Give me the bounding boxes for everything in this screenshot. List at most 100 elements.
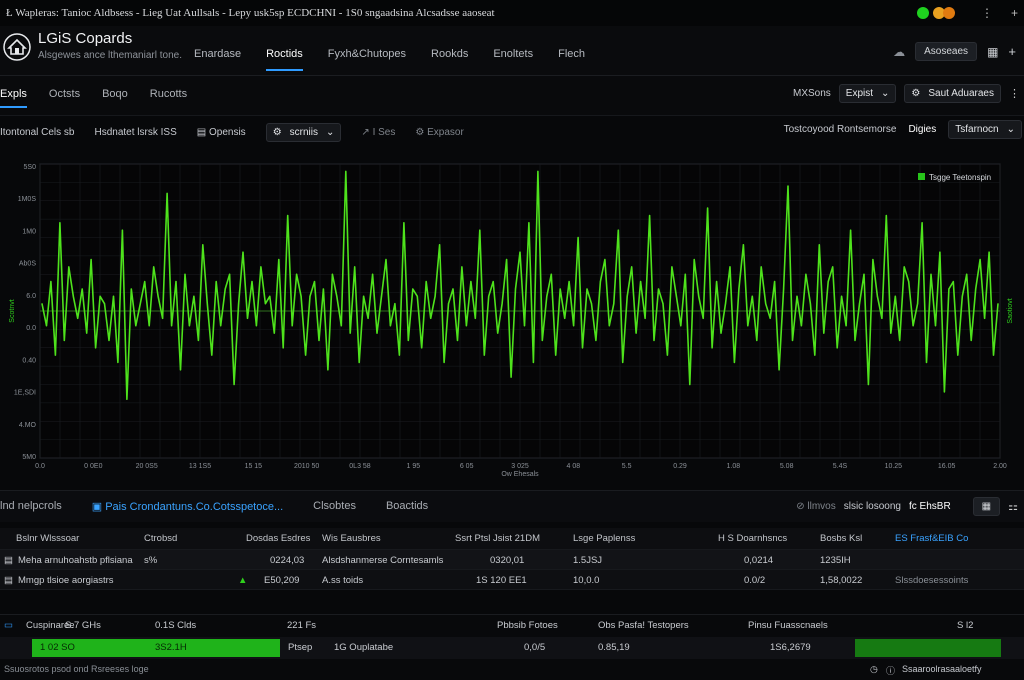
data-point [465, 325, 467, 327]
chart-svg[interactable]: 5S0 1M0S 1M0 Ab0S 6.0 0.0 0.40 1E,SDI 4.MO 5M0 0.0… [0, 150, 1024, 480]
col-header[interactable]: H S Doarnhsncs [718, 533, 787, 544]
cell: Mmgp tlsioe aorgiastrs [18, 575, 114, 586]
info-icon[interactable]: ⓘ [886, 664, 895, 677]
data-point [961, 295, 963, 297]
col-header[interactable]: Ctrobsd [144, 533, 177, 544]
x-tick-label: 1 95 [407, 463, 421, 470]
data-point [975, 288, 977, 290]
data-point [184, 273, 186, 275]
tab-octsts[interactable]: Octsts [49, 88, 80, 108]
col-header[interactable]: Bslnr Wlsssoar [16, 533, 79, 544]
data-point [345, 170, 347, 172]
nav-item[interactable]: Flech [558, 40, 585, 71]
link-button[interactable]: ↗ I Ses [361, 127, 395, 138]
data-point [680, 325, 682, 327]
export-select-value: Expist [845, 88, 874, 99]
col-header[interactable]: ES Frasf&EIB Co [895, 533, 968, 544]
data-point [707, 207, 709, 209]
data-point [287, 214, 289, 217]
search-toggle[interactable]: ⊘ llmvos [796, 501, 836, 512]
col-header[interactable]: Lsge Paplenss [573, 533, 635, 544]
table-row[interactable]: ▤ Meha arnuhoahstb pflsiana s% 0224,03 A… [0, 550, 1024, 570]
data-point [260, 266, 262, 268]
data-point [206, 303, 208, 305]
data-point [331, 273, 333, 275]
data-point [363, 295, 365, 297]
data-point [103, 303, 106, 305]
data-point [814, 354, 816, 356]
col-header[interactable]: Dosdas Esdres [246, 533, 310, 544]
nav-item[interactable]: Rookds [431, 40, 468, 71]
data-point [675, 295, 678, 297]
more-vertical-icon[interactable]: ⋮ [981, 6, 993, 20]
data-point [372, 273, 374, 275]
tab-table-3[interactable]: Boactids [386, 500, 428, 513]
col-header[interactable]: Ssrt Ptsl Jsist 21DM [455, 533, 540, 544]
data-point [997, 303, 999, 305]
plus-icon[interactable]: + [1008, 44, 1016, 59]
house-logo-icon[interactable] [2, 32, 32, 62]
plus-icon[interactable]: + [1011, 6, 1018, 20]
data-point [41, 303, 43, 305]
export-button[interactable]: ⚙ Expasor [415, 127, 463, 138]
data-point [608, 325, 610, 327]
waveform-chart[interactable]: 5S0 1M0S 1M0 Ab0S 6.0 0.0 0.40 1E,SDI 4.MO 5M0 0.0… [0, 150, 1024, 480]
grid-icon[interactable]: ▦ [987, 45, 998, 59]
nav-item[interactable]: Enardase [194, 40, 241, 71]
data-point [532, 361, 535, 363]
data-point [881, 317, 883, 319]
nav-item-active[interactable]: Roctids [266, 40, 303, 71]
export-select[interactable]: Expist ⌄ [838, 84, 897, 103]
tab-expls[interactable]: Expls [0, 88, 27, 108]
more-vertical-icon[interactable]: ⋮ [1009, 87, 1020, 100]
data-point [912, 325, 914, 327]
main-nav: Enardase Roctids Fyxh&Chutopes Rookds En… [194, 40, 610, 71]
x-tick-label: 5.5 [622, 463, 632, 470]
cloud-icon[interactable]: ☁ [893, 45, 905, 59]
tab-table-0[interactable]: lnd nelpcrols [0, 500, 62, 513]
table-right-value: fc EhsBR [908, 501, 951, 512]
legend-swatch [918, 173, 925, 180]
gear-icon: ⚙ [415, 127, 428, 138]
y-tick-label: 5M0 [22, 454, 36, 461]
transform-select-value: Tsfarnocn [955, 124, 999, 135]
tab-table-2[interactable]: Clsobtes [313, 500, 356, 513]
tab-boqo[interactable]: Boqo [102, 88, 128, 108]
data-point [238, 303, 240, 305]
gear-icon: ⚙ [272, 127, 282, 138]
col-header[interactable]: Wis Eausbres [322, 533, 381, 544]
cell: s% [144, 555, 158, 566]
data-point [885, 214, 887, 217]
view-toggle-button[interactable]: ▦ [972, 497, 1001, 516]
status-dot-amber[interactable] [942, 7, 955, 19]
data-point [756, 339, 758, 341]
open-button[interactable]: ▤ Opensis [197, 127, 246, 138]
transform-select[interactable]: Tsfarnocn ⌄ [948, 120, 1022, 139]
table-row[interactable]: ▤ Mmgp tlsioe aorgiastrs ▲ E50,209 A.ss … [0, 570, 1024, 590]
tab-rucotts[interactable]: Rucotts [150, 88, 187, 108]
cell: 10,0.0 [573, 575, 600, 586]
filter-icon[interactable]: ⚏ [1008, 500, 1018, 513]
data-point [845, 325, 847, 327]
clock-icon[interactable]: ◷ [870, 664, 878, 675]
y-axis-label-right: Saotiovt [1007, 298, 1014, 323]
nav-item[interactable]: Fyxh&Chutopes [328, 40, 406, 71]
chart-toolbar: Itontonal Cels sb Hsdnatet lsrsk ISS ▤ O… [0, 116, 1024, 146]
row-icon: ▤ [4, 575, 13, 586]
status-dot-green[interactable] [916, 7, 929, 19]
data-point [666, 354, 669, 356]
cell: A.ss toids [322, 575, 364, 586]
adjust-select[interactable]: ⚙ Saut Aduaraes [904, 84, 1001, 103]
data-point [68, 266, 70, 268]
nav-item[interactable]: Enoltets [493, 40, 533, 71]
tab-table-1[interactable]: ▣ Pais Crondantuns.Co.Cotsspetoce... [92, 500, 283, 513]
data-point [153, 266, 155, 268]
data-point [220, 325, 222, 327]
header-button[interactable]: Asoseaes [915, 42, 978, 61]
cell: 0224,03 [270, 555, 305, 566]
data-point [510, 376, 512, 378]
data-point [354, 266, 356, 268]
mode-dropdown[interactable]: ⚙ scrniis ⌄ [265, 123, 342, 142]
data-point [439, 244, 441, 246]
col-header[interactable]: Bosbs Ksl [820, 533, 862, 544]
